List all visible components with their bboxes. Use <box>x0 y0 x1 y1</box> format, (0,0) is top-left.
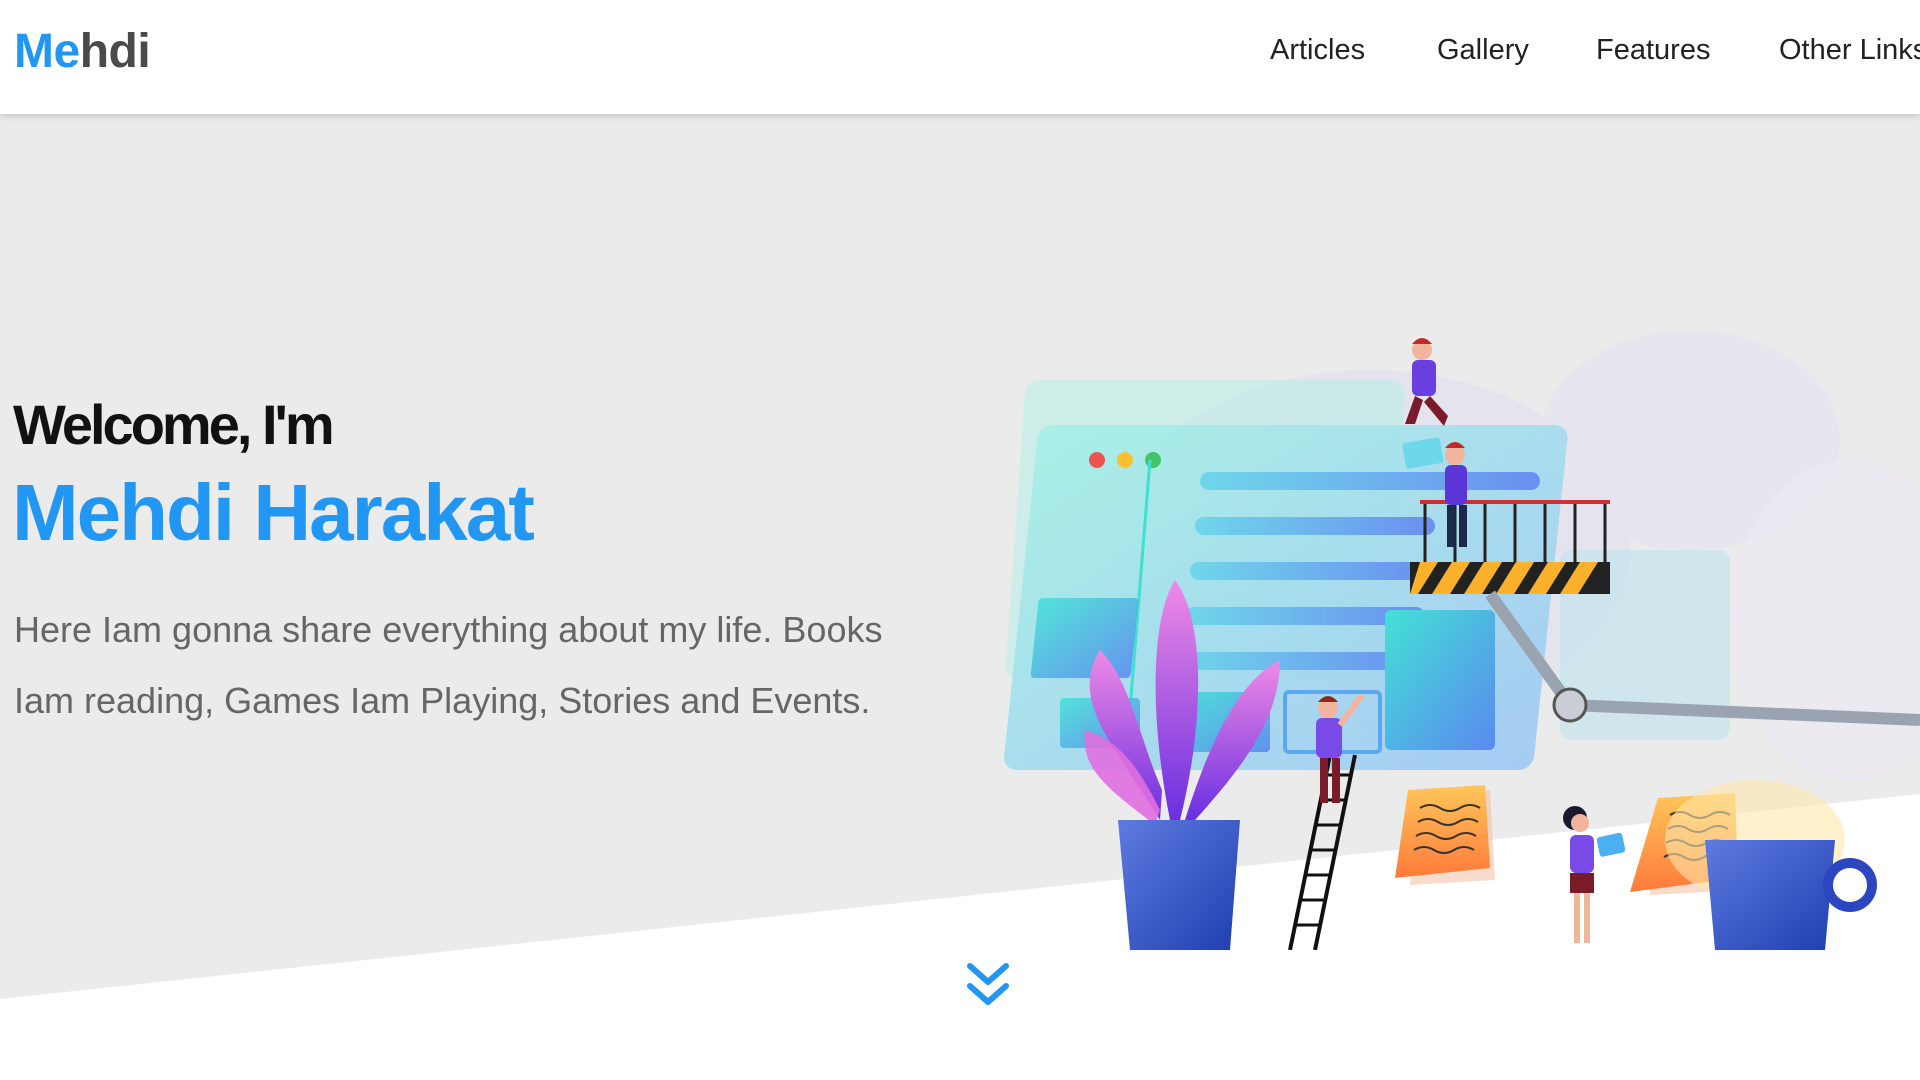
logo-part-dark: hdi <box>79 25 151 78</box>
hero-bio: Here Iam gonna share everything about my… <box>14 609 883 721</box>
site-header: Mehdi Articles Gallery Features Other Li… <box>0 0 1920 114</box>
web-builders-illustration <box>1004 330 1920 950</box>
site-logo[interactable]: Mehdi <box>14 22 151 82</box>
nav-link-other-links[interactable]: Other Links <box>1779 30 1920 70</box>
hero-name: Mehdi Harakat <box>12 468 535 557</box>
welcome-heading: Welcome, I'm <box>13 393 335 456</box>
logo-part-accent: Me <box>14 25 80 78</box>
nav-link-features[interactable]: Features <box>1596 30 1710 70</box>
nav-link-articles[interactable]: Articles <box>1270 30 1365 70</box>
nav-link-gallery[interactable]: Gallery <box>1437 30 1529 70</box>
chevron-double-down-icon[interactable] <box>962 960 1014 1012</box>
